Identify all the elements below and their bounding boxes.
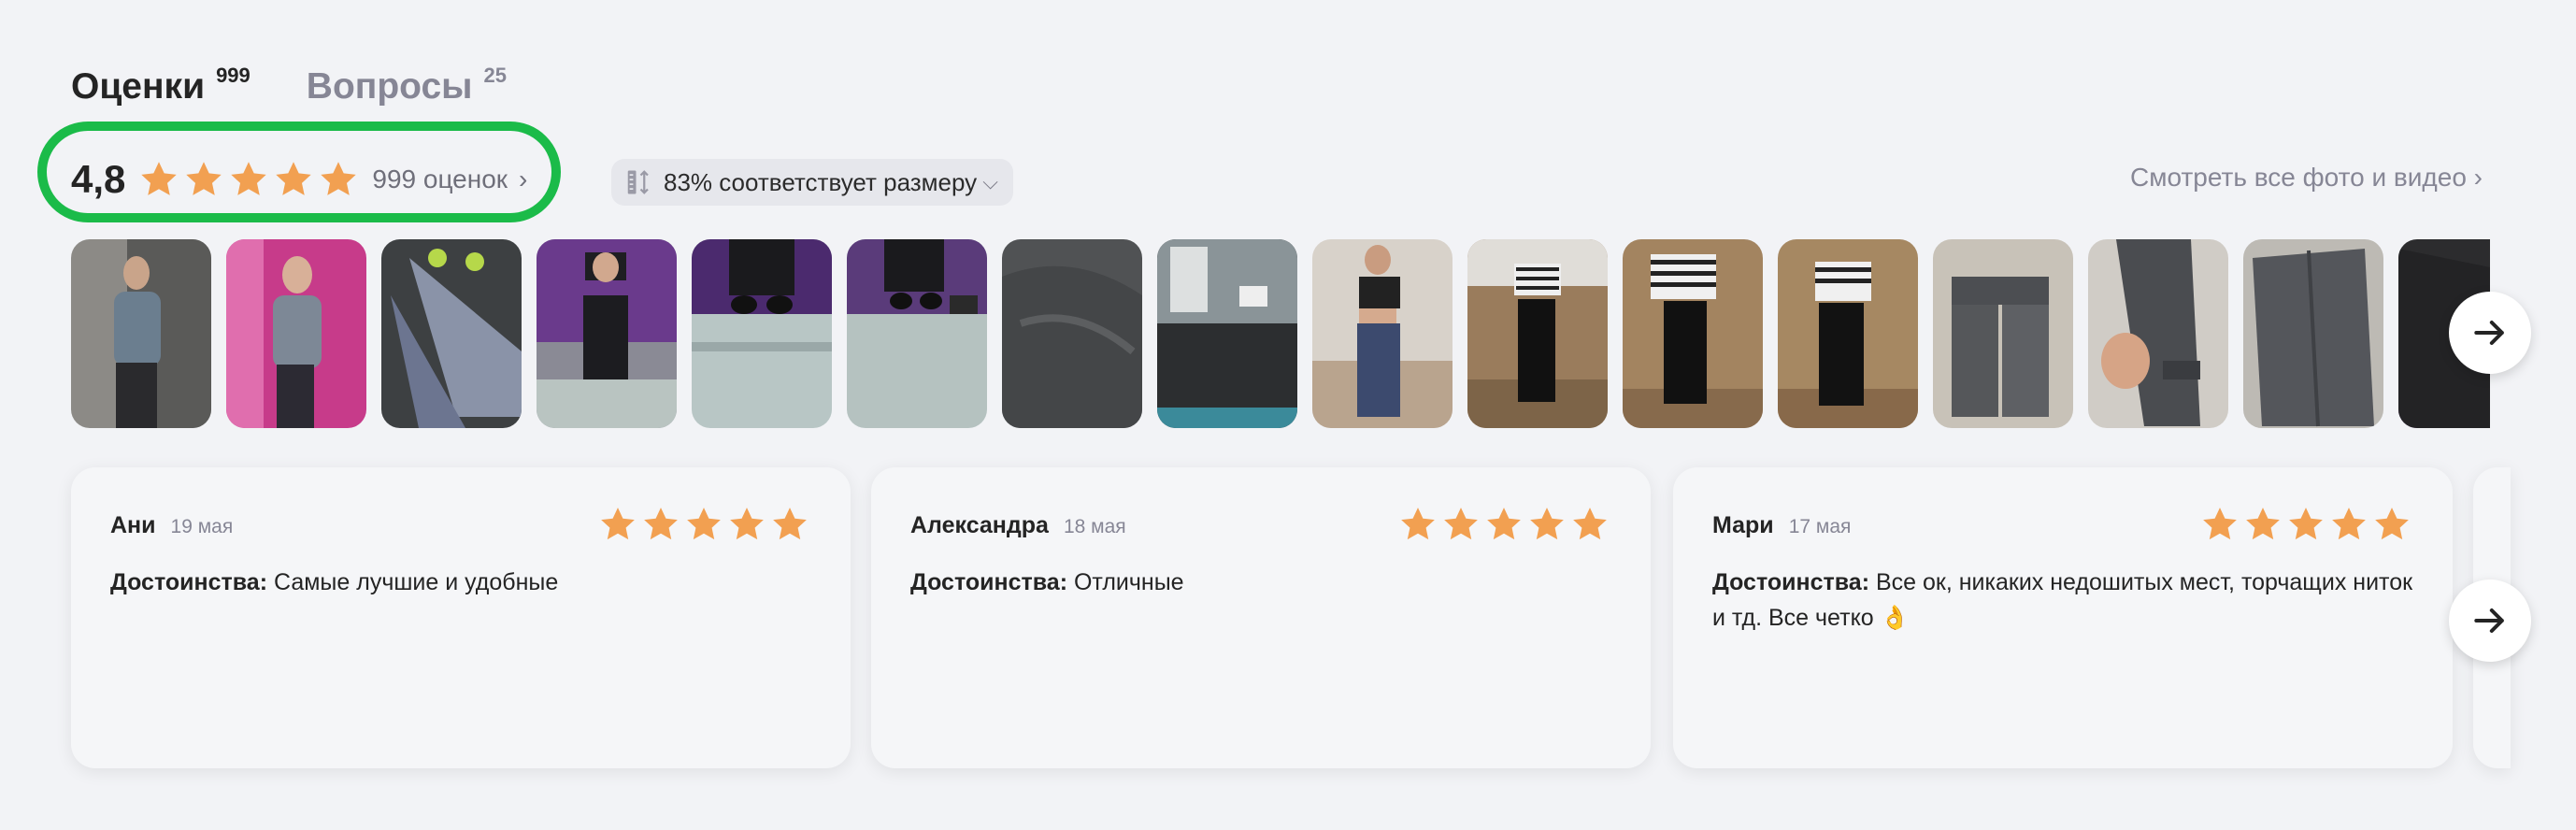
star-icon: [2200, 505, 2240, 544]
review-photo[interactable]: [537, 239, 677, 428]
review-header: Александра 18 мая: [910, 512, 1126, 539]
review-label: Достоинства:: [910, 569, 1068, 595]
star-icon: [273, 159, 314, 200]
review-photo[interactable]: [847, 239, 987, 428]
star-icon: [727, 505, 766, 544]
review-photo[interactable]: [1933, 239, 2073, 428]
review-label: Достоинства:: [110, 569, 268, 595]
review-stars: [598, 505, 809, 544]
star-icon: [684, 505, 723, 544]
star-icon: [318, 159, 359, 200]
rating-count-link[interactable]: 999 оценок: [372, 165, 508, 194]
photos-next-button[interactable]: [2449, 292, 2531, 374]
review-stars: [2200, 505, 2411, 544]
review-card[interactable]: Александра 18 мая Достоинства: Отличные: [871, 467, 1651, 768]
review-body: Достоинства: Все ок, никаких недошитых м…: [1712, 565, 2423, 636]
tab-ratings-label: Оценки: [71, 66, 206, 107]
tabs-bar: Оценки 999 Вопросы 25: [71, 58, 507, 116]
star-icon: [2243, 505, 2283, 544]
chevron-right-icon: ›: [519, 165, 528, 193]
review-photo[interactable]: [1002, 239, 1142, 428]
review-body: Достоинства: Самые лучшие и удобные: [110, 565, 821, 600]
rating-summary[interactable]: 4,8 999 оценок ›: [71, 150, 527, 209]
star-icon: [1441, 505, 1481, 544]
review-date: 19 мая: [170, 516, 234, 537]
star-icon: [2329, 505, 2368, 544]
star-icon: [598, 505, 637, 544]
star-icon: [228, 159, 269, 200]
star-icon: [1484, 505, 1524, 544]
review-photo[interactable]: [1467, 239, 1608, 428]
rating-stars: [138, 159, 359, 200]
tab-questions[interactable]: Вопросы 25: [307, 58, 507, 116]
size-fit-label: 83% соответствует размеру: [664, 167, 978, 196]
size-fit-dropdown[interactable]: 83% соответствует размеру ⌵: [611, 159, 1013, 206]
review-header: Ани 19 мая: [110, 512, 233, 539]
review-date: 17 мая: [1788, 516, 1852, 537]
review-photo[interactable]: [226, 239, 366, 428]
review-date: 18 мая: [1063, 516, 1126, 537]
tab-questions-count: 25: [483, 64, 507, 87]
review-stars: [1398, 505, 1610, 544]
review-label: Достоинства:: [1712, 569, 1870, 595]
review-photo[interactable]: [1623, 239, 1763, 428]
tab-questions-label: Вопросы: [306, 66, 473, 107]
review-photo[interactable]: [2088, 239, 2228, 428]
reviews-next-button[interactable]: [2449, 580, 2531, 662]
tab-ratings-count: 999: [216, 64, 250, 87]
review-photo[interactable]: [1312, 239, 1453, 428]
arrow-right-icon: [2474, 320, 2504, 346]
reviewer-name: Александра: [910, 512, 1049, 538]
review-photo[interactable]: [71, 239, 211, 428]
star-icon: [770, 505, 809, 544]
star-icon: [1527, 505, 1567, 544]
review-text: Самые лучшие и удобные: [273, 569, 559, 595]
star-icon: [183, 159, 224, 200]
see-all-media-link[interactable]: Смотреть все фото и видео ›: [2130, 163, 2483, 193]
review-header: Мари 17 мая: [1712, 512, 1851, 539]
review-photo[interactable]: [1157, 239, 1297, 428]
star-icon: [2286, 505, 2326, 544]
star-icon: [641, 505, 680, 544]
review-photo[interactable]: [1778, 239, 1918, 428]
rating-value: 4,8: [71, 157, 126, 201]
star-icon: [2372, 505, 2411, 544]
review-photo[interactable]: [2243, 239, 2383, 428]
chevron-down-icon: ⌵: [982, 170, 998, 193]
review-card[interactable]: Ани 19 мая Достоинства: Самые лучшие и у…: [71, 467, 851, 768]
arrow-right-icon: [2474, 608, 2504, 634]
review-photo[interactable]: [381, 239, 522, 428]
photo-strip: [71, 239, 2490, 428]
review-text: Отличные: [1073, 569, 1184, 595]
review-body: Достоинства: Отличные: [910, 565, 1621, 600]
star-icon: [1398, 505, 1438, 544]
reviewer-name: Мари: [1712, 512, 1774, 538]
reviewer-name: Ани: [110, 512, 156, 538]
ruler-icon: [624, 168, 652, 196]
tab-ratings[interactable]: Оценки 999: [71, 58, 250, 116]
star-icon: [138, 159, 179, 200]
star-icon: [1570, 505, 1610, 544]
review-photo[interactable]: [692, 239, 832, 428]
review-card[interactable]: Мари 17 мая Достоинства: Все ок, никаких…: [1673, 467, 2453, 768]
